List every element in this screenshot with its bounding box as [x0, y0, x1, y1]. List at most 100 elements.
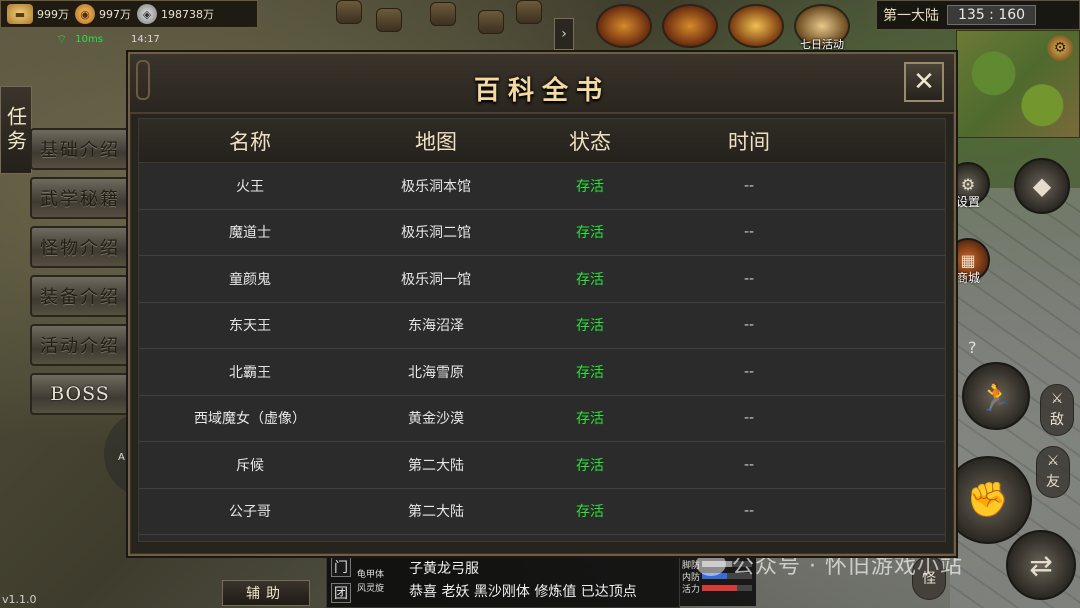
gear-icon: ⚙ [960, 174, 976, 194]
top-activity-icons: 七日活动 [596, 4, 850, 51]
cell-name: 魔道士 [229, 225, 271, 242]
treasure-chest-icon[interactable] [596, 4, 652, 48]
chat-channel-badge: 团 [331, 583, 351, 603]
cell-time: -- [743, 177, 755, 194]
table-row[interactable]: 火王 极乐洞本馆 存活 -- [139, 163, 945, 210]
gift-box-icon[interactable] [662, 4, 718, 48]
column-header-map: 地图 [415, 129, 457, 154]
version-label: v1.1.0 [2, 593, 37, 606]
chat-skill-1: 龟甲体 [357, 570, 385, 580]
stat-row: 活力 [682, 582, 754, 595]
silver-amount: 198738万 [161, 8, 214, 21]
cell-status: 存活 [576, 318, 604, 335]
chat-message: 子黄龙弓服 [409, 561, 479, 577]
ping-value: 10ms [75, 33, 103, 45]
cell-status: 存活 [576, 504, 604, 521]
map-name: 第一大陆 [883, 8, 939, 24]
cell-map: 第二大陆 [408, 457, 464, 474]
cell-time: -- [743, 410, 755, 427]
menu-activity-intro[interactable]: 活动介绍 [30, 324, 130, 366]
map-header: 第一大陆 135 : 160 [876, 0, 1080, 30]
run-toggle-button[interactable]: 🏃 [962, 362, 1030, 430]
gear-icon[interactable]: ⚙ [1047, 35, 1073, 61]
menu-basic-intro[interactable]: 基础介绍 [30, 128, 130, 170]
map-coordinates: 135 : 160 [947, 5, 1037, 25]
network-status: ⌔ 10ms 14:17 [56, 30, 256, 48]
gold-amount: 999万 [37, 8, 69, 21]
cell-name: 公子哥 [229, 504, 271, 521]
enemy-tab[interactable]: ⚔ 敌 [1040, 384, 1074, 436]
table-row[interactable]: 斥候 第二大陆 存活 -- [139, 442, 945, 489]
cell-name: 北霸王 [229, 364, 271, 381]
dialog-title: 百科全书 [473, 76, 610, 106]
expand-arrow-button[interactable]: › [554, 18, 574, 50]
task-tab[interactable]: 任务 [0, 86, 32, 174]
cell-map: 第二大陆 [408, 504, 464, 521]
sword-icon: ⚔ [1050, 391, 1064, 407]
assist-button[interactable]: 辅助 [222, 580, 310, 606]
sword-icon: ⚔ [1046, 453, 1060, 469]
table-row[interactable]: 公子哥 第二大陆 存活 -- [139, 489, 945, 535]
clock: 14:17 [130, 33, 160, 45]
cell-map: 极乐洞二馆 [401, 225, 471, 242]
cell-map: 黄金沙漠 [408, 411, 464, 428]
friend-tab[interactable]: ⚔ 友 [1036, 446, 1070, 498]
seven-day-event-button[interactable]: 七日活动 [794, 4, 850, 51]
cell-name: 火王 [236, 178, 264, 195]
attack-button[interactable]: ✊ [944, 456, 1032, 544]
shop-icon: ▦ [960, 250, 976, 270]
boss-table: 名称 地图 状态 时间 火王 极乐洞本馆 存活 -- 魔道士 极乐洞二馆 存活 … [138, 118, 946, 542]
cell-status: 存活 [576, 225, 604, 242]
menu-equipment-intro[interactable]: 装备介绍 [30, 275, 130, 317]
encyclopedia-dialog: 百科全书 ✕ 名称 地图 状态 时间 火王 极乐洞本馆 存活 -- 魔道士 极乐… [128, 52, 956, 556]
enemy-label: 敌 [1050, 412, 1064, 428]
stat-bar-fill [702, 585, 738, 591]
chat-channel-badge: 门 [331, 557, 351, 577]
coupon-resource: ◉ 997万 [75, 4, 131, 24]
table-row[interactable]: 北霸王 北海雪原 存活 -- [139, 349, 945, 396]
gold-ingot-icon: ▬ [7, 4, 33, 24]
swap-arrows-icon: ⇄ [1029, 548, 1053, 582]
cell-time: -- [743, 224, 755, 241]
dialog-titlebar: 百科全书 ✕ [130, 54, 954, 114]
diamond-grid-icon: ◆ [1032, 172, 1052, 200]
cell-map: 极乐洞一馆 [401, 271, 471, 288]
cell-time: -- [743, 363, 755, 380]
friend-label: 友 [1046, 474, 1060, 490]
medal-icon[interactable] [728, 4, 784, 48]
resource-bar: ▬ 999万 ◉ 997万 ◈ 198738万 [0, 0, 258, 28]
diamond-menu-button[interactable]: ◆ [1014, 158, 1070, 214]
silver-coin-icon: ◈ [137, 4, 157, 24]
cell-time: -- [743, 270, 755, 287]
wifi-icon: ⌔ [56, 31, 68, 46]
menu-boss[interactable]: BOSS [30, 373, 130, 415]
table-row[interactable]: 童颜鬼 极乐洞一馆 存活 -- [139, 256, 945, 303]
cell-status: 存活 [576, 457, 604, 474]
close-button[interactable]: ✕ [904, 62, 944, 102]
cell-status: 存活 [576, 364, 604, 381]
silver-resource: ◈ 198738万 [137, 4, 214, 24]
cell-status: 存活 [576, 271, 604, 288]
cell-name: 斥候 [236, 457, 264, 474]
menu-monster-intro[interactable]: 怪物介绍 [30, 226, 130, 268]
menu-martial-arts[interactable]: 武学秘籍 [30, 177, 130, 219]
table-row[interactable]: 魔道士 极乐洞二馆 存活 -- [139, 210, 945, 256]
table-row[interactable]: 东天王 东海沼泽 存活 -- [139, 303, 945, 349]
cell-map: 东海沼泽 [408, 318, 464, 335]
help-icon[interactable]: ? [968, 338, 977, 357]
encyclopedia-category-menu: 基础介绍 武学秘籍 怪物介绍 装备介绍 活动介绍 BOSS [30, 128, 130, 422]
joystick-a: A [118, 452, 125, 463]
table-row[interactable]: 西域魔女（虚像） 黄金沙漠 存活 -- [139, 396, 945, 442]
switch-target-button[interactable]: ⇄ [1006, 530, 1076, 600]
table-header: 名称 地图 状态 时间 [139, 119, 945, 163]
chat-skill-2: 风灵旋 [357, 584, 385, 594]
chat-log[interactable]: 门 团 龟甲体 风灵旋 子黄龙弓服 恭喜 老妖 黑沙刚体 修炼值 已达顶点 [326, 554, 680, 608]
cell-name: 东天王 [229, 318, 271, 335]
minimap[interactable]: ⚙ [956, 30, 1080, 138]
chat-message: 恭喜 老妖 黑沙刚体 修炼值 已达顶点 [409, 584, 637, 600]
cell-map: 北海雪原 [408, 364, 464, 381]
cell-status: 存活 [576, 411, 604, 428]
cell-time: -- [743, 503, 755, 520]
cell-time: -- [743, 456, 755, 473]
fist-icon: ✊ [966, 480, 1010, 520]
